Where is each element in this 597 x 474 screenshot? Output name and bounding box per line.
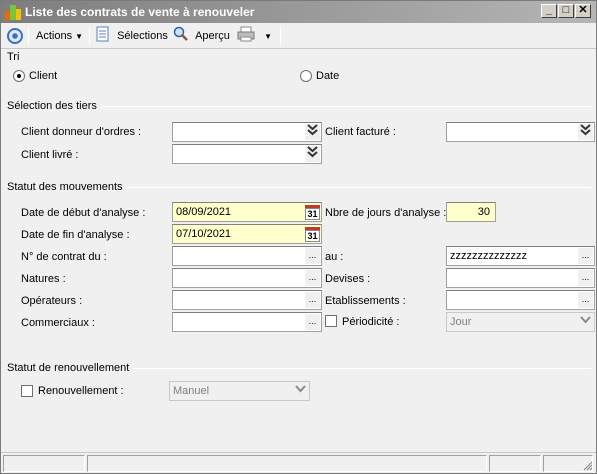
dropdown-arrow-icon: ▼ — [75, 32, 84, 41]
commerciaux-field[interactable]: ... — [172, 312, 322, 332]
natures-field[interactable]: ... — [172, 268, 322, 288]
chevron-down-icon[interactable] — [293, 383, 308, 399]
print-dropdown-arrow-icon[interactable]: ▼ — [264, 32, 272, 41]
devises-label: Devises : — [325, 273, 371, 285]
periodicite-select[interactable]: Jour — [446, 312, 595, 332]
toolbar-separator — [280, 27, 281, 45]
devises-field[interactable]: ... — [446, 268, 595, 288]
navigation-circle-icon[interactable] — [7, 28, 23, 44]
periodicite-label: Périodicité : — [342, 316, 400, 328]
natures-label: Natures : — [21, 273, 66, 285]
double-chevron-down-icon[interactable] — [305, 146, 320, 162]
date-debut-value: 08/09/2021 — [176, 206, 232, 218]
date-fin-value: 07/10/2021 — [176, 228, 232, 240]
tri-client-radio[interactable] — [13, 70, 25, 82]
main-window: Liste des contrats de vente à renouveler… — [0, 0, 597, 474]
selections-label: Sélections — [117, 30, 168, 42]
minimize-button[interactable]: _ — [541, 4, 557, 18]
toolbar: Actions ▼ Sélections Aperçu ▼ — [1, 23, 596, 49]
resize-grip-icon[interactable] — [582, 460, 593, 471]
date-debut-field[interactable]: 08/09/2021 31 — [172, 202, 322, 222]
mouvements-section-title: Statut des mouvements — [7, 181, 123, 193]
print-button[interactable]: ▼ — [237, 26, 272, 46]
printer-icon — [237, 26, 255, 42]
double-chevron-down-icon[interactable] — [578, 124, 593, 140]
contrat-au-label: au : — [325, 251, 344, 263]
ellipsis-button[interactable]: ... — [305, 292, 320, 308]
renouvellement-value: Manuel — [173, 385, 210, 397]
calendar-icon[interactable]: 31 — [305, 227, 320, 242]
ellipsis-button[interactable]: ... — [578, 292, 593, 308]
apercu-label: Aperçu — [195, 30, 230, 42]
tri-client-label: Client — [29, 70, 58, 82]
tri-section-title: Tri — [7, 51, 20, 63]
section-divider — [134, 368, 591, 369]
contrat-du-label: N° de contrat du : — [21, 251, 107, 263]
chevron-down-icon[interactable] — [578, 314, 593, 330]
date-debut-label: Date de début d'analyse : — [21, 207, 146, 219]
nbre-jours-value: 30 — [477, 206, 490, 218]
nbre-jours-label: Nbre de jours d'analyse : — [325, 207, 447, 219]
status-cell — [489, 455, 541, 472]
operateurs-label: Opérateurs : — [21, 295, 83, 307]
actions-menu-button[interactable]: Actions ▼ — [36, 26, 83, 46]
actions-label: Actions — [36, 30, 73, 42]
double-chevron-down-icon[interactable] — [305, 124, 320, 140]
periodicite-checkbox[interactable] — [325, 315, 337, 327]
date-fin-label: Date de fin d'analyse : — [21, 229, 130, 241]
document-icon — [96, 26, 109, 42]
renouvellement-checkbox[interactable] — [21, 385, 33, 397]
client-facture-field[interactable] — [446, 122, 595, 142]
status-cell — [87, 455, 487, 472]
etablissements-field[interactable]: ... — [446, 290, 595, 310]
maximize-button[interactable]: □ — [558, 4, 574, 18]
ellipsis-button[interactable]: ... — [305, 270, 320, 286]
app-icon — [5, 5, 21, 20]
date-fin-field[interactable]: 07/10/2021 31 — [172, 224, 322, 244]
client-donneur-field[interactable] — [172, 122, 322, 142]
operateurs-field[interactable]: ... — [172, 290, 322, 310]
toolbar-separator — [28, 27, 29, 45]
magnifier-icon — [173, 26, 188, 41]
section-divider — [101, 106, 591, 107]
status-bar — [1, 452, 596, 473]
close-button[interactable]: ✕ — [575, 4, 591, 18]
ellipsis-button[interactable]: ... — [305, 314, 320, 330]
renouvellement-label: Renouvellement : — [38, 385, 124, 397]
tri-date-radio[interactable] — [300, 70, 312, 82]
calendar-icon[interactable]: 31 — [305, 205, 320, 220]
client-donneur-label: Client donneur d'ordres : — [21, 126, 142, 138]
tri-date-label: Date — [316, 70, 340, 82]
client-facture-label: Client facturé : — [325, 126, 396, 138]
renouvellement-select[interactable]: Manuel — [169, 381, 310, 401]
status-cell — [3, 455, 85, 472]
renouvellement-section-title: Statut de renouvellement — [7, 362, 130, 374]
tiers-section-title: Sélection des tiers — [7, 100, 97, 112]
etablissements-label: Etablissements : — [325, 295, 406, 307]
title-bar: Liste des contrats de vente à renouveler… — [1, 1, 596, 23]
selections-button[interactable]: Sélections — [96, 26, 168, 46]
contrat-du-field[interactable]: ... — [172, 246, 322, 266]
apercu-button[interactable]: Aperçu — [173, 26, 230, 46]
nbre-jours-field[interactable]: 30 — [446, 202, 496, 222]
contrat-au-field[interactable]: zzzzzzzzzzzzzz ... — [446, 246, 595, 266]
toolbar-separator — [89, 27, 90, 45]
ellipsis-button[interactable]: ... — [578, 270, 593, 286]
section-divider — [127, 187, 591, 188]
periodicite-value: Jour — [450, 316, 472, 328]
contrat-au-value: zzzzzzzzzzzzzz — [450, 250, 527, 262]
client-livre-label: Client livré : — [21, 149, 79, 161]
ellipsis-button[interactable]: ... — [578, 248, 593, 264]
commerciaux-label: Commerciaux : — [21, 317, 95, 329]
client-livre-field[interactable] — [172, 144, 322, 164]
ellipsis-button[interactable]: ... — [305, 248, 320, 264]
window-title: Liste des contrats de vente à renouveler — [25, 5, 255, 19]
